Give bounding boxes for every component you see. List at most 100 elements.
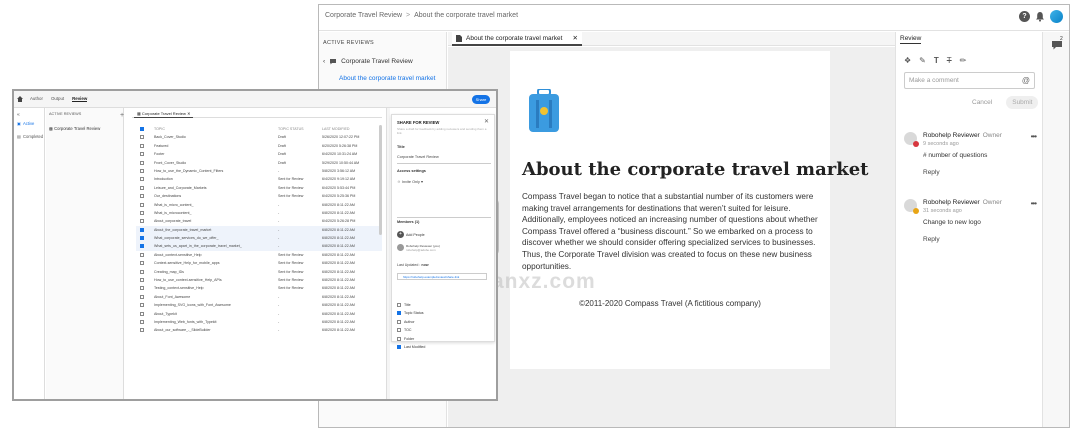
breadcrumb-review[interactable]: Corporate Travel Review (325, 12, 402, 19)
row-checkbox[interactable] (140, 152, 144, 157)
select-all-checkbox[interactable] (140, 127, 144, 131)
row-checkbox[interactable] (140, 319, 144, 324)
reply-link[interactable]: Reply (923, 236, 940, 243)
more-options-icon[interactable]: ••• (1031, 132, 1037, 141)
add-people-button[interactable]: + Add People (397, 231, 425, 238)
comment-input[interactable]: Make a comment @ (904, 72, 1035, 89)
table-scrollbar[interactable] (379, 125, 382, 235)
topic-item-selected[interactable]: About the corporate travel market (339, 75, 435, 82)
table-row[interactable]: What_sets_us_apart_in_the_corporate_trav… (136, 242, 382, 251)
share-link-field[interactable]: https://robohelp.example/review/share-li… (397, 273, 487, 280)
row-checkbox[interactable] (140, 160, 144, 165)
document-tab[interactable]: About the corporate travel market ✕ (452, 32, 582, 46)
row-checkbox[interactable] (140, 143, 144, 148)
column-header-status[interactable]: TOPIC STATUS (278, 125, 304, 133)
row-checkbox[interactable] (140, 177, 144, 182)
title-field[interactable]: Corporate Travel Review (397, 155, 439, 159)
table-row[interactable]: What_is_microcontent_ - 6/8/2020 8:11:22 A… (136, 209, 382, 217)
back-to-review-link[interactable]: ‹ Corporate Travel Review (323, 58, 413, 65)
nav-item-completed[interactable]: ▤ Completed (17, 134, 43, 139)
table-row[interactable]: About_our_software_-_SlideBuilder - 6/8/20… (136, 326, 382, 334)
tab-review[interactable]: Review (72, 96, 88, 102)
reply-link[interactable]: Reply (923, 169, 940, 176)
insert-text-icon[interactable]: T (934, 56, 939, 65)
row-checkbox[interactable] (140, 261, 144, 266)
mention-icon[interactable]: @ (1022, 76, 1030, 85)
column-option[interactable]: Folder (397, 335, 425, 343)
option-checkbox[interactable] (397, 336, 401, 341)
option-checkbox[interactable] (397, 319, 401, 324)
row-checkbox[interactable] (140, 236, 144, 241)
help-icon[interactable]: ? (1019, 11, 1030, 22)
add-review-icon[interactable]: + (120, 112, 124, 119)
option-checkbox[interactable] (397, 311, 401, 316)
cancel-button[interactable]: Cancel (966, 96, 998, 109)
row-checkbox[interactable] (140, 252, 144, 257)
table-row[interactable]: Creating_map_IDs Sent for Review 6/8/2020 … (136, 268, 382, 276)
close-icon[interactable]: ✕ (187, 111, 190, 116)
column-option[interactable]: Topic Status (397, 309, 425, 317)
table-row[interactable]: Introduction Sent for Review 6/4/2020 9:19… (136, 175, 382, 183)
table-row[interactable]: About_Typekit - 6/8/2020 8:11:22 AM (136, 310, 382, 318)
table-row[interactable]: Back_Cover_Studio Draft 5/26/2020 12:07:22… (136, 133, 382, 141)
table-row[interactable]: Context-sensitive_Help_for_mobile_apps Se… (136, 259, 382, 267)
column-option[interactable]: Title (397, 301, 425, 309)
column-option[interactable]: Last Modified (397, 343, 425, 351)
row-checkbox[interactable] (140, 194, 144, 199)
table-row[interactable]: Front_Cover_Studio Draft 5/29/2020 10:50:4… (136, 159, 382, 167)
pin-icon[interactable]: ❖ (904, 56, 911, 65)
home-icon[interactable] (17, 96, 23, 102)
access-settings-dropdown[interactable]: ☺ Invite Only ▾ (397, 179, 423, 184)
column-option[interactable]: TOC (397, 326, 425, 334)
collapse-icon[interactable]: « (17, 112, 20, 118)
review-tab[interactable]: ▦ Corporate Travel Review ✕ (134, 109, 194, 118)
row-checkbox[interactable] (140, 227, 144, 232)
table-row[interactable]: Our_destinations Sent for Review 6/4/2020 … (136, 192, 382, 200)
column-header-topic[interactable]: TOPIC (154, 125, 165, 133)
row-checkbox[interactable] (140, 202, 144, 207)
row-checkbox[interactable] (140, 328, 144, 333)
table-row[interactable]: How_to_use_the_Dynamic_Content_Filters - 5… (136, 167, 382, 175)
option-checkbox[interactable] (397, 344, 401, 349)
option-checkbox[interactable] (397, 303, 401, 307)
tab-author[interactable]: Author (30, 96, 43, 102)
row-checkbox[interactable] (140, 278, 144, 283)
review-list-item[interactable]: ▩ Corporate Travel Review (49, 126, 100, 131)
row-checkbox[interactable] (140, 135, 144, 140)
table-row[interactable]: About_Font_Awesome - 6/8/2020 8:11:22 AM (136, 293, 382, 301)
close-icon[interactable]: ✕ (484, 118, 489, 125)
row-checkbox[interactable] (140, 311, 144, 316)
close-icon[interactable]: ✕ (572, 32, 577, 45)
user-avatar[interactable] (1050, 10, 1063, 23)
share-button[interactable]: Share (472, 95, 490, 104)
row-checkbox[interactable] (140, 303, 144, 308)
table-row[interactable]: Implementing_SVG_icons_with_Font_Awesome… (136, 301, 382, 309)
table-row[interactable]: Leisure_and_Corporate_Markets Sent for Re… (136, 184, 382, 192)
nav-item-active[interactable]: ▣ Active (17, 121, 34, 126)
table-row[interactable]: Footer Draft 6/4/2020 10:31:24 AM (136, 150, 382, 158)
tab-output[interactable]: Output (51, 96, 64, 102)
row-checkbox[interactable] (140, 286, 144, 291)
table-row[interactable]: Testing_context-sensitive_Help Sent for R… (136, 284, 382, 292)
option-checkbox[interactable] (397, 328, 401, 333)
table-row[interactable]: Implementing_Web_fonts_with_Typekit - 6/8/… (136, 318, 382, 326)
row-checkbox[interactable] (140, 269, 144, 274)
row-checkbox[interactable] (140, 294, 144, 299)
table-row[interactable]: Featured Draft 6/20/2020 5:26:38 PM (136, 142, 382, 150)
row-checkbox[interactable] (140, 168, 144, 173)
table-row[interactable]: How_to_use_context-sensitive_Help_APIs Se… (136, 276, 382, 284)
row-checkbox[interactable] (140, 219, 144, 224)
column-header-modified[interactable]: LAST MODIFIED (322, 125, 350, 133)
row-checkbox[interactable] (140, 185, 144, 190)
strikethrough-icon[interactable]: T (947, 56, 952, 65)
row-checkbox[interactable] (140, 244, 144, 249)
bell-icon[interactable] (1035, 11, 1045, 22)
table-row[interactable]: What_is_micro_content_ - 6/8/2020 8:11:22 … (136, 201, 382, 209)
table-row[interactable]: About_corporate_travel - 6/4/2020 5:26:28 … (136, 217, 382, 225)
more-options-icon[interactable]: ••• (1031, 199, 1037, 208)
column-option[interactable]: Author (397, 318, 425, 326)
pencil-icon[interactable]: ✏ (960, 56, 967, 65)
table-row[interactable]: About_the_corporate_travel_market - 6/8/20… (136, 225, 382, 235)
row-checkbox[interactable] (140, 210, 144, 215)
highlight-icon[interactable]: ✎ (919, 56, 926, 65)
